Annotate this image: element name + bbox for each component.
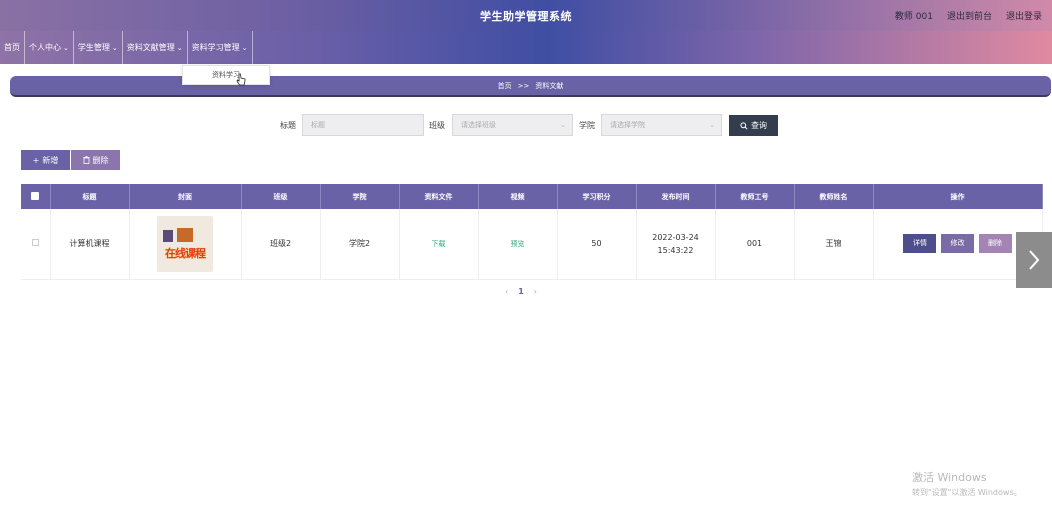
row-checkbox[interactable] [21, 209, 51, 280]
nav-label: 首页 [4, 43, 20, 52]
table-header-row: 标题 封面 班级 学院 资料文件 视频 学习积分 发布时间 教师工号 教师姓名 … [21, 184, 1043, 209]
cell-teacher-id: 001 [715, 209, 795, 280]
cell-publish-time: 2022-03-24 15:43:22 [636, 209, 716, 280]
column-header: 发布时间 [636, 184, 716, 209]
current-user: 教师 001 [894, 12, 933, 22]
search-button-label: 查询 [751, 121, 767, 130]
chevron-down-icon: ⌄ [176, 43, 183, 52]
column-header: 标题 [50, 184, 130, 209]
column-header: 班级 [241, 184, 321, 209]
college-label: 学院 [579, 121, 595, 130]
plus-icon: + [32, 155, 40, 165]
nav-item-literature[interactable]: 资料文献管理 ⌄ [123, 31, 188, 64]
college-select[interactable]: 请选择学院 ⌄ [601, 114, 722, 136]
side-next-button[interactable] [1016, 232, 1052, 288]
chevron-down-icon: ⌄ [560, 121, 566, 129]
chevron-down-icon: ⌄ [709, 121, 715, 129]
column-header: 封面 [129, 184, 242, 209]
chevron-down-icon: ⌄ [63, 43, 69, 52]
select-all-checkbox[interactable] [21, 184, 51, 209]
study-dropdown-menu: 资料学习 [182, 65, 270, 85]
title-search-input[interactable]: 标题 [302, 114, 424, 136]
column-header: 操作 [873, 184, 1043, 209]
windows-activation-watermark: 激活 Windows 转到"设置"以激活 Windows。 [912, 469, 1022, 498]
preview-link[interactable]: 预览 [511, 240, 525, 248]
cell-teacher-name: 王锦 [794, 209, 874, 280]
trash-icon [82, 156, 90, 164]
top-header: 学生助学管理系统 教师 001 退出到前台 退出登录 [0, 0, 1052, 31]
prev-page-button[interactable]: ‹ [505, 287, 508, 296]
back-to-front-link[interactable]: 退出到前台 [947, 9, 992, 22]
cell-points: 50 [557, 209, 637, 280]
detail-button[interactable]: 详情 [903, 234, 937, 254]
class-placeholder: 请选择班级 [461, 121, 496, 129]
breadcrumb-home[interactable]: 首页 [498, 81, 512, 91]
delete-button-label: 删除 [92, 155, 109, 165]
cover-text: 在线课程 [165, 246, 206, 260]
hand-cursor-icon [236, 73, 246, 86]
edit-button[interactable]: 修改 [941, 234, 974, 254]
nav-item-students[interactable]: 学生管理 ⌄ [74, 31, 123, 64]
chevron-down-icon: ⌄ [241, 43, 248, 52]
column-header: 学习积分 [557, 184, 637, 209]
pagination: ‹ 1 › [505, 287, 537, 296]
add-button[interactable]: + 新增 [21, 150, 70, 170]
nav-label: 个人中心 [29, 43, 61, 52]
nav-item-profile[interactable]: 个人中心 ⌄ [25, 31, 74, 64]
nav-label: 学生管理 [77, 43, 110, 52]
breadcrumb: 首页 >> 资料文献 [10, 76, 1051, 97]
column-header: 视频 [478, 184, 558, 209]
chevron-right-icon [1029, 250, 1040, 270]
chevron-down-icon: ⌄ [111, 43, 118, 52]
data-table: 标题 封面 班级 学院 资料文件 视频 学习积分 发布时间 教师工号 教师姓名 … [21, 184, 1043, 280]
class-label: 班级 [429, 121, 445, 130]
main-nav: 首页 个人中心 ⌄ 学生管理 ⌄ 资料文献管理 ⌄ 资料学习管理 ⌄ [0, 31, 1052, 64]
nav-item-home[interactable]: 首页 [0, 31, 25, 64]
class-select[interactable]: 请选择班级 ⌄ [452, 114, 573, 136]
watermark-line2: 转到"设置"以激活 Windows。 [912, 488, 1022, 497]
column-header: 学院 [320, 184, 400, 209]
search-button[interactable]: 查询 [729, 115, 778, 136]
cover-image: 在线课程 [157, 215, 213, 272]
app-page: 学生助学管理系统 教师 001 退出到前台 退出登录 首页 个人中心 ⌄ 学生管… [0, 0, 1052, 519]
delete-button[interactable]: 删除 [978, 234, 1012, 254]
breadcrumb-current: 资料文献 [535, 81, 564, 90]
cell-college: 学院2 [320, 209, 400, 280]
breadcrumb-separator: >> [517, 81, 530, 90]
search-icon [740, 121, 748, 130]
nav-label: 资料学习管理 [191, 43, 240, 52]
next-page-button[interactable]: › [534, 287, 537, 296]
logout-link[interactable]: 退出登录 [1006, 9, 1042, 22]
batch-delete-button[interactable]: 删除 [71, 150, 120, 170]
header-user-area: 教师 001 退出到前台 退出登录 [895, 9, 1042, 22]
download-link[interactable]: 下载 [432, 240, 446, 248]
title-placeholder: 标题 [311, 121, 325, 129]
watermark-line1: 激活 Windows [912, 471, 987, 484]
nav-item-study[interactable]: 资料学习管理 ⌄ [188, 31, 253, 64]
college-placeholder: 请选择学院 [610, 121, 645, 129]
cell-cover: 在线课程 [129, 209, 242, 280]
cell-video: 预览 [478, 209, 558, 280]
cell-file: 下载 [399, 209, 479, 280]
page-number[interactable]: 1 [518, 287, 524, 296]
cell-class: 班级2 [241, 209, 321, 280]
add-button-label: 新增 [42, 155, 59, 165]
column-header: 教师姓名 [794, 184, 874, 209]
table-row: 计算机课程 在线课程 班级2 学院2 下载 预览 50 2022-03-24 1… [21, 209, 1043, 280]
search-row: 标题 标题 班级 请选择班级 ⌄ 学院 请选择学院 ⌄ 查询 [0, 114, 1052, 136]
cell-title: 计算机课程 [50, 209, 130, 280]
title-label: 标题 [280, 121, 296, 130]
nav-label: 资料文献管理 [126, 43, 175, 52]
column-header: 资料文件 [399, 184, 479, 209]
column-header: 教师工号 [715, 184, 795, 209]
